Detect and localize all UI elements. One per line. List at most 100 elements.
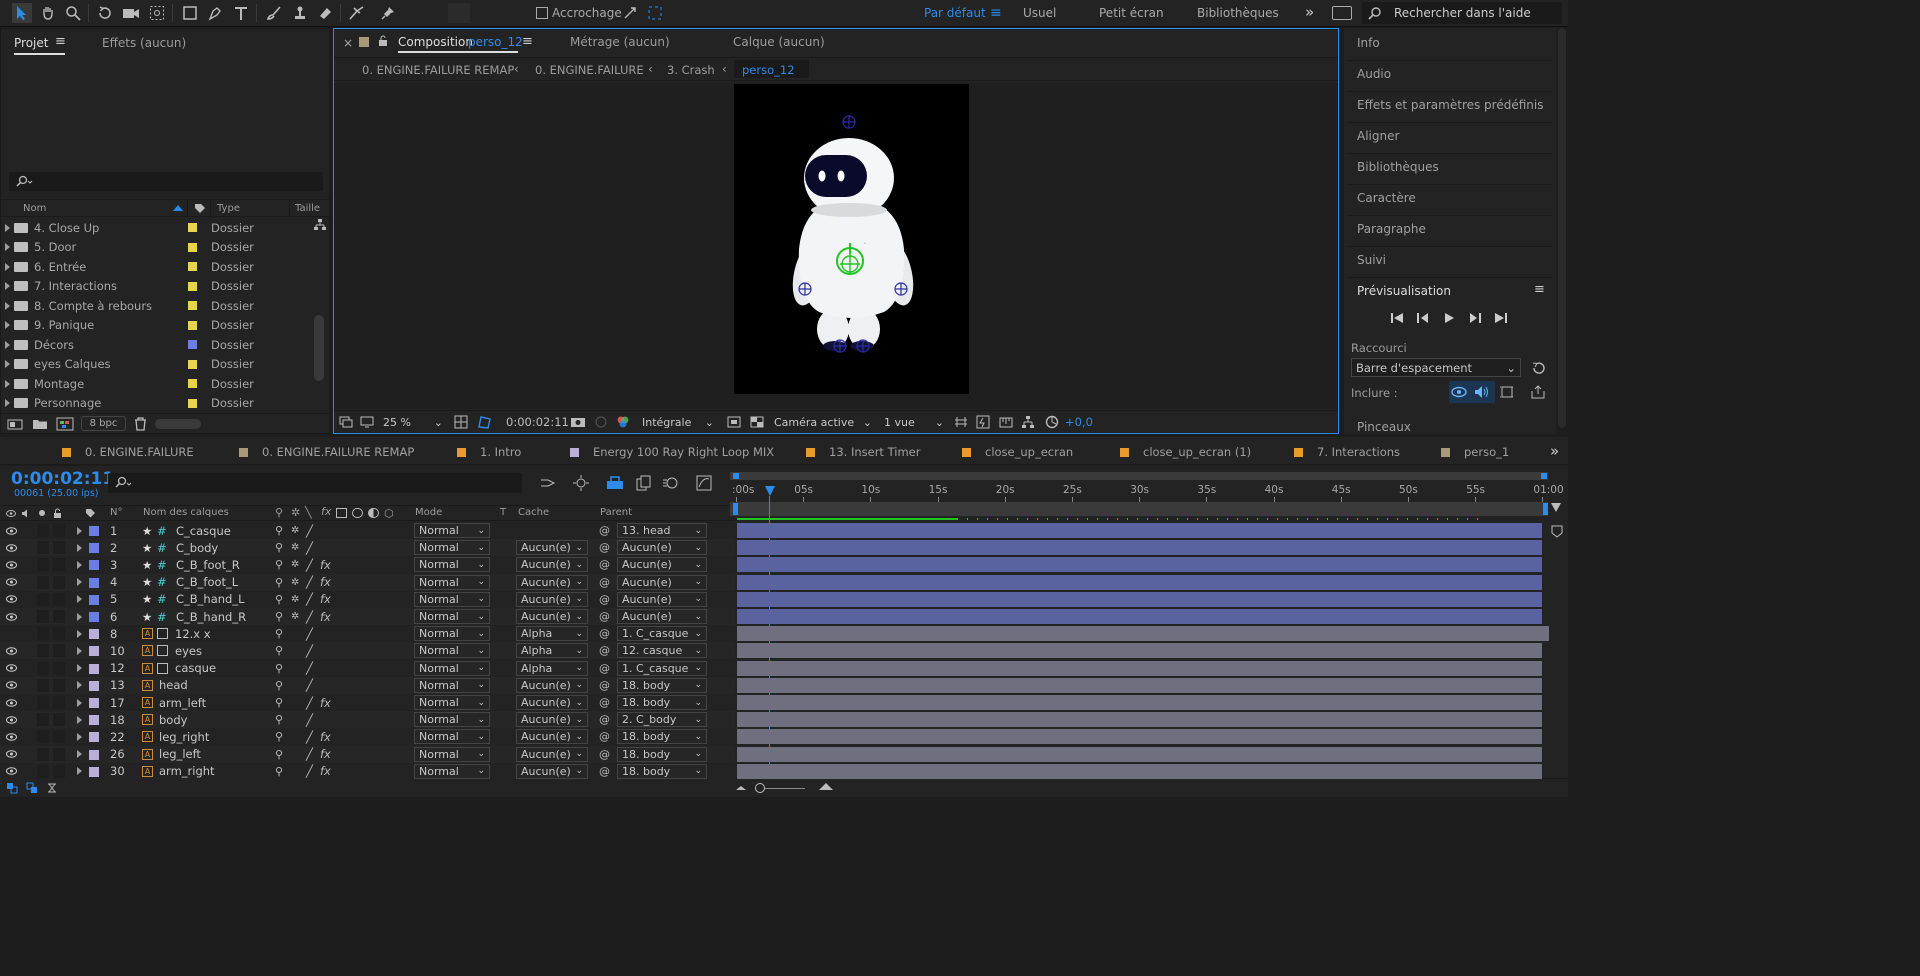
track-matte-dropdown[interactable]: Aucun(e) ⌄: [516, 609, 588, 624]
lock-toggle[interactable]: [53, 524, 65, 537]
right-panel-item[interactable]: Audio: [1357, 67, 1391, 81]
comp-canvas[interactable]: x: [734, 84, 969, 394]
fx-switch-icon[interactable]: fx: [320, 694, 331, 711]
parent-dropdown[interactable]: Aucun(e) ⌄: [617, 609, 707, 624]
snap-edges-icon[interactable]: [620, 3, 640, 23]
region-of-interest-icon[interactable]: [727, 416, 741, 428]
navigator-start-handle[interactable]: [733, 473, 739, 479]
breadcrumb-item[interactable]: 3. Crash: [667, 63, 715, 77]
new-folder-icon[interactable]: [32, 418, 48, 430]
expand-triangle-icon[interactable]: [5, 360, 10, 368]
parent-dropdown[interactable]: 18. body ⌄: [617, 746, 707, 762]
quality-switch-icon[interactable]: ╱: [306, 694, 313, 711]
expand-triangle-icon[interactable]: [77, 574, 82, 591]
zoom-tool-icon[interactable]: [63, 3, 83, 23]
project-item[interactable]: Personnage Dossier: [5, 394, 311, 413]
pan-behind-tool-icon[interactable]: [147, 3, 167, 23]
label-color-swatch[interactable]: [188, 340, 197, 349]
comp-tab[interactable]: close_up_ecran: [962, 445, 1073, 459]
project-item[interactable]: 7. Interactions Dossier: [5, 277, 311, 296]
parent-dropdown[interactable]: 12. casque ⌄: [617, 643, 707, 659]
help-search-box[interactable]: Rechercher dans l'aide: [1362, 2, 1562, 24]
fx-switch-icon[interactable]: fx: [320, 746, 331, 763]
solo-toggle[interactable]: [37, 524, 49, 537]
lock-toggle[interactable]: [53, 747, 65, 761]
fx-switch-icon[interactable]: fx: [320, 728, 331, 745]
comp-panel-menu-icon[interactable]: ≡: [522, 34, 533, 49]
last-frame-icon[interactable]: [1494, 312, 1508, 324]
quality-switch-icon[interactable]: ╱: [306, 728, 313, 745]
comp-tab[interactable]: close_up_ecran (1): [1120, 445, 1251, 459]
visibility-eye-icon[interactable]: [6, 677, 17, 694]
track-matte-dropdown[interactable]: Aucun(e) ⌄: [516, 712, 588, 728]
expand-triangle-icon[interactable]: [5, 399, 10, 407]
lock-toggle[interactable]: [53, 730, 65, 744]
solo-toggle[interactable]: [37, 730, 49, 744]
pick-whip-icon[interactable]: @: [599, 522, 610, 539]
expand-triangle-icon[interactable]: [77, 711, 82, 728]
blend-mode-dropdown[interactable]: Normal ⌄: [414, 746, 490, 762]
project-item[interactable]: 6. Entrée Dossier: [5, 257, 311, 276]
visibility-eye-icon[interactable]: [6, 763, 17, 780]
visibility-eye-icon[interactable]: [6, 728, 17, 745]
blend-mode-dropdown[interactable]: Normal ⌄: [414, 643, 490, 659]
label-color-swatch[interactable]: [188, 359, 197, 369]
pick-whip-icon[interactable]: @: [599, 591, 610, 608]
parent-dropdown[interactable]: 18. body ⌄: [617, 695, 707, 710]
parent-dropdown[interactable]: 18. body ⌄: [617, 677, 707, 693]
parent-dropdown[interactable]: 1. C_casque ⌄: [617, 660, 707, 676]
work-area-bar[interactable]: [730, 502, 1548, 516]
draft-3d-icon[interactable]: [572, 474, 590, 492]
breadcrumb-item[interactable]: 0. ENGINE.FAILURE REMAP: [362, 63, 514, 77]
tab-effects[interactable]: Effets (aucun): [102, 36, 186, 50]
blend-mode-dropdown[interactable]: Normal ⌄: [414, 591, 490, 607]
layer-duration-bar[interactable]: [737, 695, 1542, 710]
parent-dropdown[interactable]: 1. C_casque ⌄: [617, 626, 707, 642]
interpret-footage-icon[interactable]: [7, 418, 23, 431]
layer-duration-bar[interactable]: [737, 574, 1542, 590]
track-matte-dropdown[interactable]: Aucun(e) ⌄: [516, 729, 588, 745]
column-size[interactable]: Taille: [295, 203, 320, 214]
expand-triangle-icon[interactable]: [77, 556, 82, 573]
layer-row[interactable]: 17 Aarm_left ⚲ ╱ fx Normal ⌄ Aucun(e) ⌄ @18. body…: [0, 694, 735, 711]
zoom-in-icon[interactable]: [818, 781, 834, 791]
pick-whip-icon[interactable]: @: [599, 763, 610, 780]
shy-switch-icon[interactable]: ⚲: [275, 677, 283, 694]
time-navigator[interactable]: [730, 472, 1548, 480]
collapse-switch-icon[interactable]: ✲: [291, 539, 299, 556]
visibility-eye-icon[interactable]: [6, 711, 17, 728]
snapping-checkbox[interactable]: [536, 7, 548, 19]
brushes-panel[interactable]: Pinceaux: [1357, 420, 1411, 434]
layer-row[interactable]: 30 Aarm_right ⚲ ╱ fx Normal ⌄ Aucun(e) ⌄ @18. bod…: [0, 762, 735, 780]
expand-triangle-icon[interactable]: [77, 746, 82, 763]
comp-flowchart-icon[interactable]: [1021, 415, 1035, 429]
label-color-swatch[interactable]: [188, 262, 197, 271]
track-matte-dropdown[interactable]: Alpha ⌄: [516, 626, 588, 642]
layer-name[interactable]: arm_left: [159, 694, 206, 711]
toggle-pixel-aspect-icon[interactable]: [954, 415, 968, 429]
column-name[interactable]: Nom: [23, 203, 46, 214]
pick-whip-icon[interactable]: @: [599, 660, 610, 677]
close-tab-icon[interactable]: ×: [343, 36, 353, 50]
quality-switch-icon[interactable]: ╱: [306, 711, 313, 728]
pick-whip-icon[interactable]: @: [599, 608, 610, 625]
timeline-zoom-handle[interactable]: [755, 783, 765, 793]
lock-toggle[interactable]: [53, 678, 65, 692]
expand-triangle-icon[interactable]: [77, 642, 82, 659]
expand-triangle-icon[interactable]: [77, 728, 82, 745]
expand-triangle-icon[interactable]: [5, 262, 10, 271]
solo-toggle[interactable]: [37, 575, 49, 589]
expand-triangle-icon[interactable]: [5, 223, 10, 232]
fx-switch-icon[interactable]: fx: [320, 763, 331, 780]
label-color-swatch[interactable]: [89, 629, 99, 640]
expand-triangle-icon[interactable]: [77, 522, 82, 539]
fx-switch-icon[interactable]: fx: [320, 608, 331, 625]
project-scrollbar[interactable]: [314, 315, 324, 381]
camera-dropdown[interactable]: Caméra active ⌄: [770, 415, 876, 429]
layer-tab[interactable]: Calque (aucun): [733, 35, 825, 49]
expand-triangle-icon[interactable]: [77, 677, 82, 694]
comp-tab[interactable]: 7. Interactions: [1294, 445, 1400, 459]
work-area-end[interactable]: [1543, 503, 1548, 515]
quality-switch-icon[interactable]: ╱: [306, 574, 313, 591]
comp-tab[interactable]: 0. ENGINE.FAILURE REMAP: [239, 445, 414, 459]
